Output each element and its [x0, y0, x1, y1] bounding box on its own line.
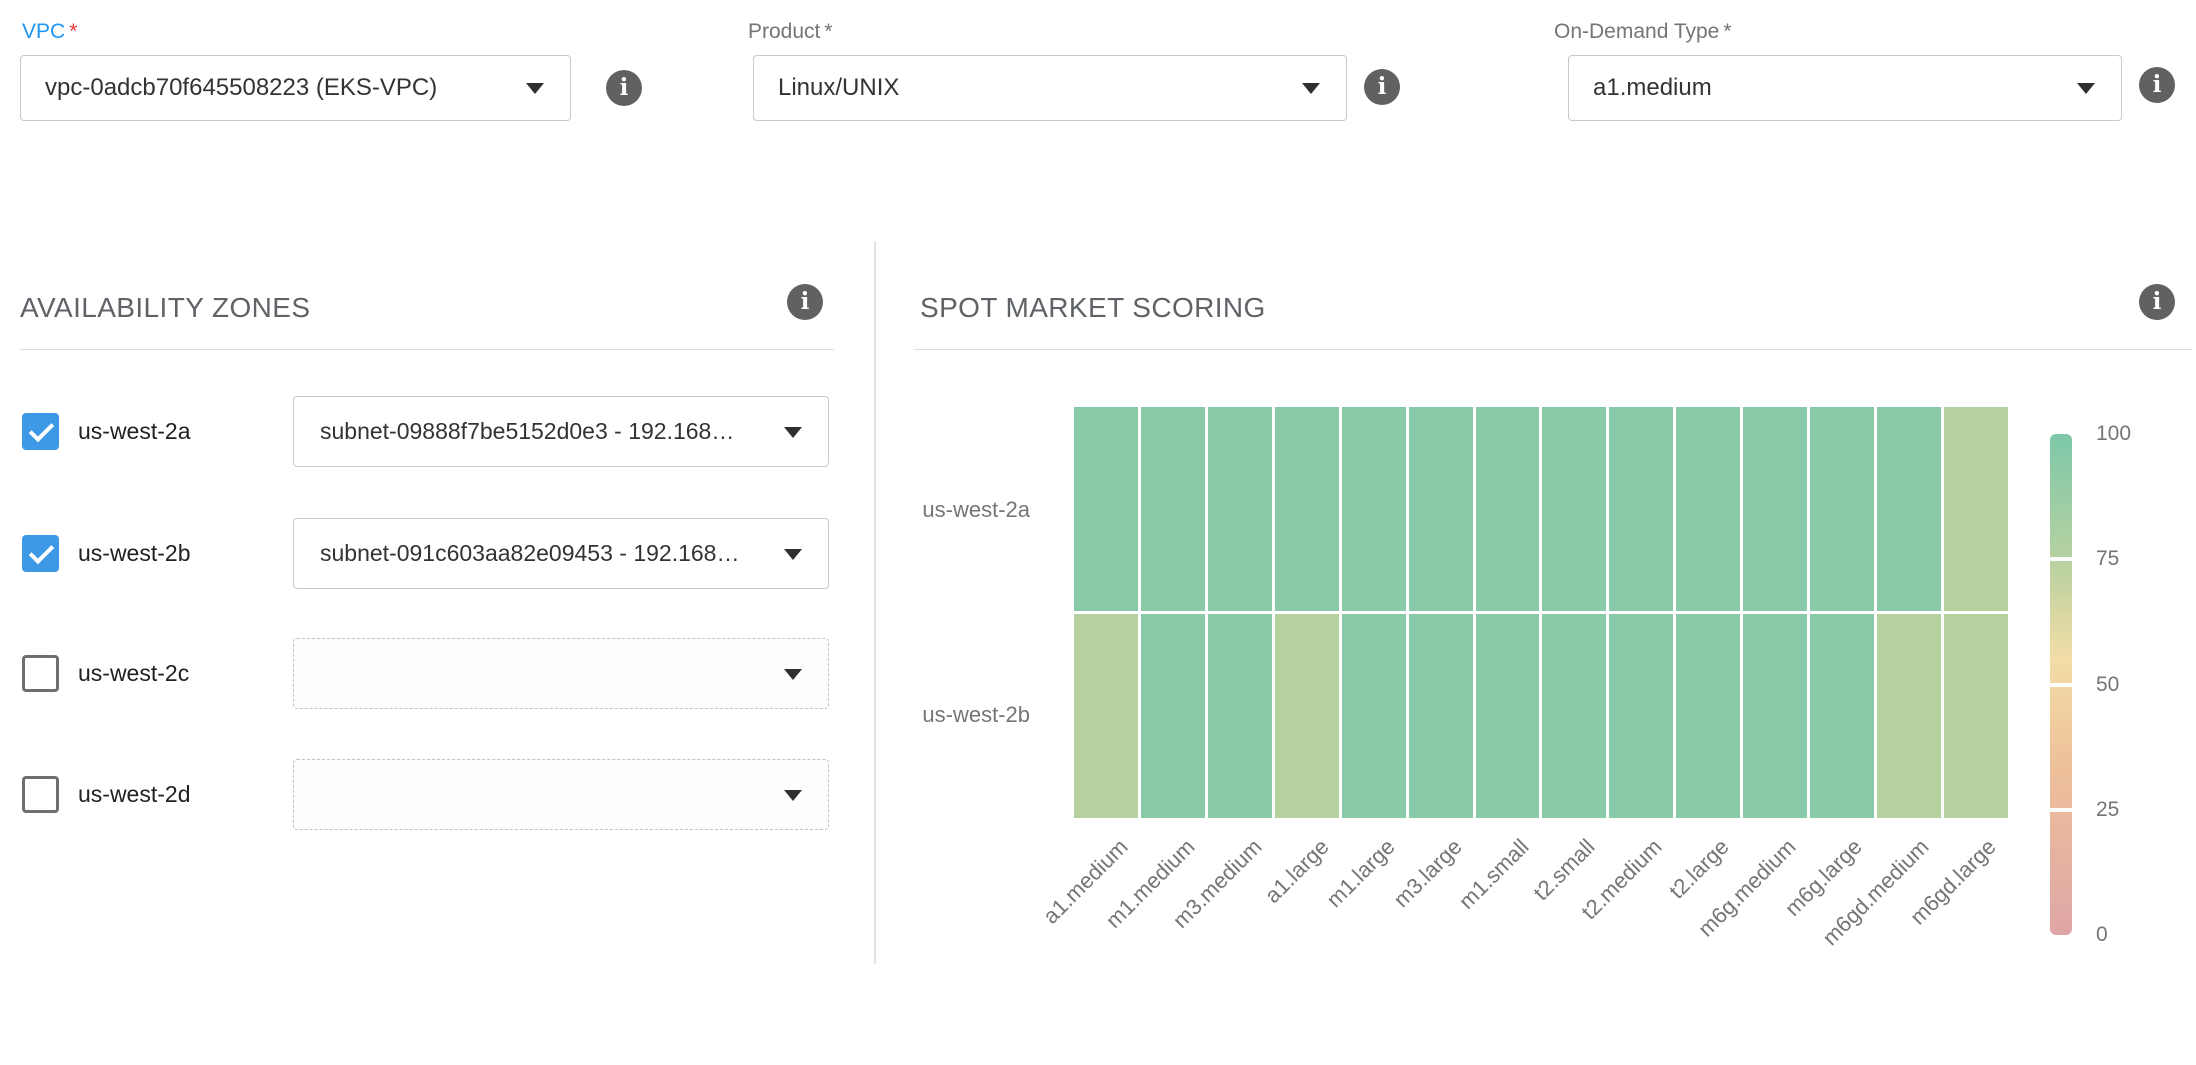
caret-down-icon	[784, 669, 802, 680]
on-demand-type-select-value: a1.medium	[1593, 74, 1712, 102]
on-demand-type-label-text: On-Demand Type	[1554, 20, 1719, 43]
heatmap-cell	[1609, 614, 1673, 818]
caret-down-icon	[1302, 83, 1320, 94]
heatmap-grid	[1074, 407, 2008, 818]
heatmap-cell	[1409, 407, 1473, 611]
product-label-text: Product	[748, 20, 820, 43]
heatmap-cell	[1074, 407, 1138, 611]
colorbar-tick-gap	[2050, 557, 2072, 561]
colorbar-tick-label: 0	[2096, 924, 2108, 946]
heatmap-cell	[1141, 407, 1205, 611]
on-demand-type-select[interactable]: a1.medium	[1568, 55, 2122, 121]
availability-zones-title: AVAILABILITY ZONES	[20, 292, 310, 324]
caret-down-icon	[526, 83, 544, 94]
required-asterisk: *	[824, 20, 832, 43]
heatmap-cell	[1609, 407, 1673, 611]
az-row-us-west-2b: us-west-2b subnet-091c603aa82e09453 - 19…	[22, 518, 834, 589]
heatmap-cell	[1275, 614, 1339, 818]
required-asterisk: *	[69, 20, 77, 43]
heatmap-cell	[1342, 407, 1406, 611]
heatmap-cell	[1342, 614, 1406, 818]
heatmap-cell	[1542, 614, 1606, 818]
az-label: us-west-2a	[78, 396, 190, 467]
heatmap-cell	[1275, 407, 1339, 611]
caret-down-icon	[784, 790, 802, 801]
availability-zones-divider	[20, 349, 834, 350]
y-axis-label: us-west-2a	[820, 497, 1030, 523]
heatmap-cell	[1877, 614, 1941, 818]
subnet-select-us-west-2d[interactable]	[293, 759, 829, 830]
panel-divider	[874, 241, 876, 964]
heatmap-cell	[1676, 407, 1740, 611]
vpc-label-text: VPC	[22, 20, 65, 43]
colorbar-tick-gap	[2050, 808, 2072, 812]
heatmap-cell	[1208, 614, 1272, 818]
az-label: us-west-2d	[78, 759, 190, 830]
heatmap-cell	[1542, 407, 1606, 611]
heatmap-cell	[1743, 407, 1807, 611]
on-demand-type-info-icon[interactable]	[2139, 67, 2175, 103]
az-row-us-west-2d: us-west-2d	[22, 759, 834, 830]
spot-market-divider	[914, 349, 2192, 350]
az-label: us-west-2b	[78, 518, 190, 589]
y-axis-label: us-west-2b	[820, 702, 1030, 728]
heatmap-cell	[1810, 614, 1874, 818]
vpc-select[interactable]: vpc-0adcb70f645508223 (EKS-VPC)	[20, 55, 571, 121]
heatmap-cell	[1743, 614, 1807, 818]
heatmap-cell	[1944, 614, 2008, 818]
product-select-value: Linux/UNIX	[778, 74, 899, 102]
caret-down-icon	[784, 427, 802, 438]
vpc-info-icon[interactable]	[606, 70, 642, 106]
heatmap-cell	[1141, 614, 1205, 818]
heatmap-cell	[1944, 407, 2008, 611]
heatmap-cell	[1476, 614, 1540, 818]
subnet-select-us-west-2b[interactable]: subnet-091c603aa82e09453 - 192.168…	[293, 518, 829, 589]
required-asterisk: *	[1723, 20, 1731, 43]
vpc-label: VPC*	[22, 20, 77, 44]
colorbar-tick-gap	[2050, 683, 2072, 687]
subnet-select-us-west-2c[interactable]	[293, 638, 829, 709]
heatmap-cell	[1877, 407, 1941, 611]
colorbar-tick-label: 75	[2096, 548, 2119, 570]
az-row-us-west-2c: us-west-2c	[22, 638, 834, 709]
vpc-select-value: vpc-0adcb70f645508223 (EKS-VPC)	[45, 74, 437, 102]
spot-market-scoring-title: SPOT MARKET SCORING	[920, 292, 1266, 324]
heatmap-cell	[1476, 407, 1540, 611]
heatmap-cell	[1409, 614, 1473, 818]
heatmap-cell	[1074, 614, 1138, 818]
product-select[interactable]: Linux/UNIX	[753, 55, 1347, 121]
product-info-icon[interactable]	[1364, 69, 1400, 105]
az-label: us-west-2c	[78, 638, 189, 709]
subnet-select-value: subnet-09888f7be5152d0e3 - 192.168…	[320, 418, 734, 445]
subnet-select-us-west-2a[interactable]: subnet-09888f7be5152d0e3 - 192.168…	[293, 396, 829, 467]
heatmap-cell	[1208, 407, 1272, 611]
az-checkbox-us-west-2a[interactable]	[22, 413, 59, 450]
colorbar-tick-label: 50	[2096, 674, 2119, 696]
product-label: Product*	[748, 20, 833, 44]
availability-zones-info-icon[interactable]	[787, 284, 823, 320]
subnet-select-value: subnet-091c603aa82e09453 - 192.168…	[320, 540, 739, 567]
colorbar-tick-label: 25	[2096, 799, 2119, 821]
spot-market-info-icon[interactable]	[2139, 284, 2175, 320]
az-checkbox-us-west-2b[interactable]	[22, 535, 59, 572]
on-demand-type-label: On-Demand Type*	[1554, 20, 1732, 44]
heatmap-cell	[1676, 614, 1740, 818]
caret-down-icon	[2077, 83, 2095, 94]
az-row-us-west-2a: us-west-2a subnet-09888f7be5152d0e3 - 19…	[22, 396, 834, 467]
caret-down-icon	[784, 549, 802, 560]
heatmap-cell	[1810, 407, 1874, 611]
az-checkbox-us-west-2d[interactable]	[22, 776, 59, 813]
colorbar-tick-label: 100	[2096, 423, 2131, 445]
az-checkbox-us-west-2c[interactable]	[22, 655, 59, 692]
